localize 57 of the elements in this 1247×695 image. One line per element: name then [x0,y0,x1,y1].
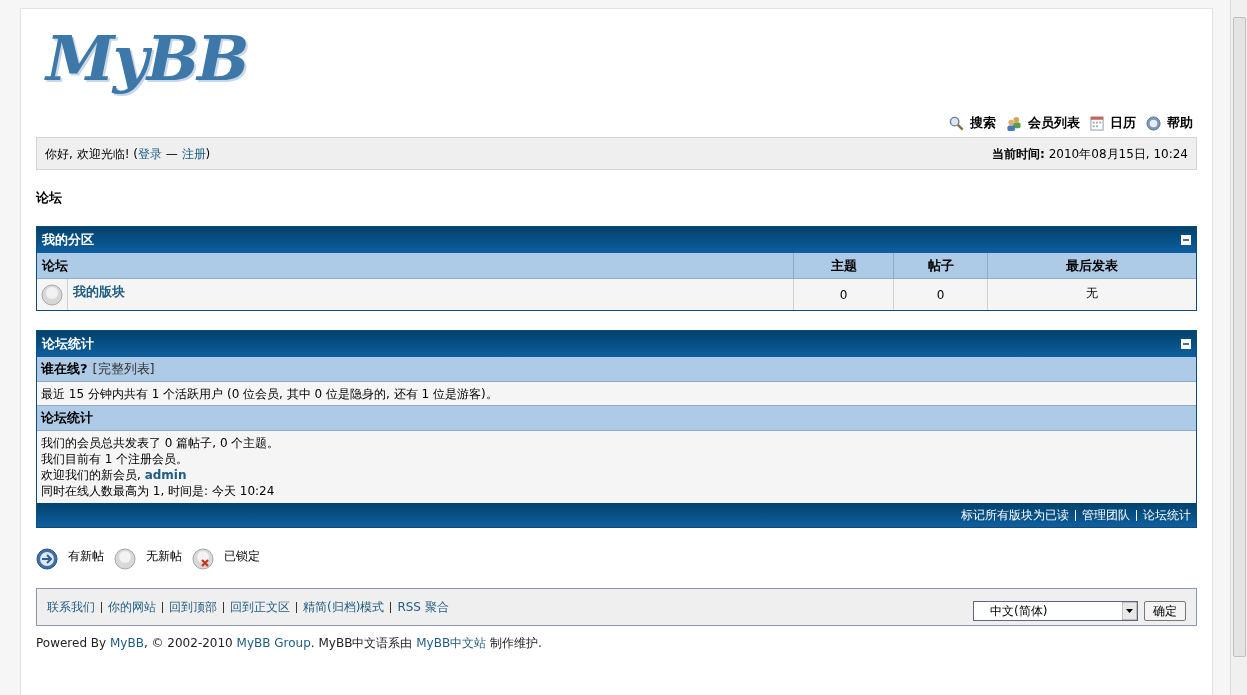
menu-link[interactable]: 日历 [1090,113,1136,133]
empty-circle-icon [114,548,136,570]
breadcrumb[interactable]: 论坛 [36,188,62,208]
arrow-circle-icon [36,548,58,570]
legend-label: 无新帖 [146,548,182,565]
category-title[interactable]: 我的分区 [42,230,94,250]
credit-link[interactable]: MyBB中文站 [416,636,487,650]
footer-link[interactable]: 管理团队 [1082,506,1130,524]
online-heading: 谁在线? [41,360,88,379]
full-list-link[interactable]: [完整列表] [92,359,155,379]
stats-line: 我们的会员总共发表了 0 篇帖子, 0 个主题。 [41,435,281,451]
collapse-icon[interactable] [1181,339,1191,349]
footer-link[interactable]: 精简(归档)模式 [303,598,385,616]
column-header: 最后发表 [987,253,1196,278]
stats-title: 论坛统计 [42,335,94,354]
stats-line: 欢迎我们的新会员, admin [41,467,188,483]
footer-link[interactable]: 回到正文区 [230,598,290,616]
register-link[interactable]: 注册 [181,146,206,161]
footer-link[interactable]: 论坛统计 [1143,506,1191,524]
footer-link[interactable]: RSS 聚合 [397,598,449,616]
collapse-icon[interactable] [1181,235,1191,245]
locked-circle-icon [192,548,214,570]
footer-link[interactable]: 回到顶部 [169,598,217,616]
legend-label: 已锁定 [224,548,260,565]
forum-link[interactable]: 我的版块 [73,284,125,299]
stats-line: 我们目前有 1 个注册会员。 [41,451,190,467]
menu-link[interactable]: 帮助 [1146,113,1193,133]
table-cell: 无 [987,279,1196,310]
language-select[interactable]: 中文(简体) [973,601,1138,621]
powered-by-text: Powered By MyBB, © 2002-2010 MyBB Group. MyBB中文语系由 MyBB中文站 制作维护. [36,635,543,652]
column-header: 主题 [793,253,893,278]
login-link[interactable]: 登录 [137,146,162,161]
credit-link[interactable]: MyBB Group [236,636,311,650]
scrollbar[interactable] [1230,0,1247,695]
help-icon [1146,115,1161,131]
table-cell: 0 [793,279,893,310]
go-button[interactable]: 确定 [1144,601,1186,621]
calendar-icon [1090,115,1104,131]
search-icon [949,115,964,131]
column-header: 帖子 [893,253,987,278]
stats-line: 同时在线人数最高为 1, 时间是: 今天 10:24 [41,483,276,499]
stats-heading: 论坛统计 [41,409,93,428]
credit-link[interactable]: MyBB [110,636,144,650]
menu-link[interactable]: 搜索 [949,113,996,133]
welcome-text: 你好, 欢迎光临! (登录 — 注册) [45,145,211,163]
footer-link[interactable]: 联系我们 [47,598,95,616]
footer-link[interactable]: 你的网站 [108,598,156,616]
current-time: 当前时间: 2010年08月15日, 10:24 [992,145,1188,163]
table-cell: 0 [893,279,987,310]
menu-link[interactable]: 会员列表 [1006,113,1080,133]
column-header: 论坛 [40,256,69,275]
footer-link[interactable]: 标记所有版块为已读 [961,506,1069,524]
online-text: 最近 15 分钟内共有 1 个活跃用户 (0 位会员, 其中 0 位是隐身的, 还有 1 位是游客)。 [41,385,498,403]
legend-label: 有新帖 [68,548,104,565]
dropdown-icon [1122,602,1137,620]
people-icon [1006,115,1022,131]
member-link[interactable]: admin [144,468,187,482]
